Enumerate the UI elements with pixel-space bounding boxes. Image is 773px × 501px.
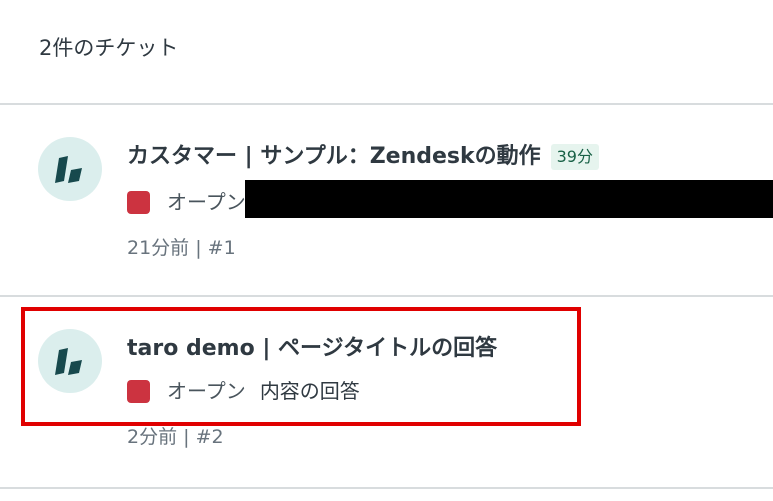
ticket-title[interactable]: カスタマー | サンプル：Zendeskの動作 xyxy=(127,142,541,172)
status-label: オープン xyxy=(167,190,246,214)
zendesk-logo-icon xyxy=(55,156,82,183)
ticket-status-line: オープン xyxy=(127,189,246,215)
ticket-count-header: 2件のチケット xyxy=(39,36,179,60)
ticket-meta: 2分前 | #2 xyxy=(127,426,224,448)
redacted-description xyxy=(245,180,773,218)
time-badge: 39分 xyxy=(550,144,599,170)
ticket-list-page: 2件のチケット カスタマー | サンプル：Zendeskの動作 39分 オープン… xyxy=(0,0,773,501)
highlight-box xyxy=(21,307,581,426)
avatar xyxy=(38,137,102,201)
ticket-row-1[interactable]: カスタマー | サンプル：Zendeskの動作 39分 オープン 21分前 | … xyxy=(0,105,773,295)
status-open-indicator xyxy=(127,190,150,214)
ticket-title-line: カスタマー | サンプル：Zendeskの動作 39分 xyxy=(127,142,599,172)
divider xyxy=(0,487,773,489)
ticket-meta: 21分前 | #1 xyxy=(127,237,236,259)
